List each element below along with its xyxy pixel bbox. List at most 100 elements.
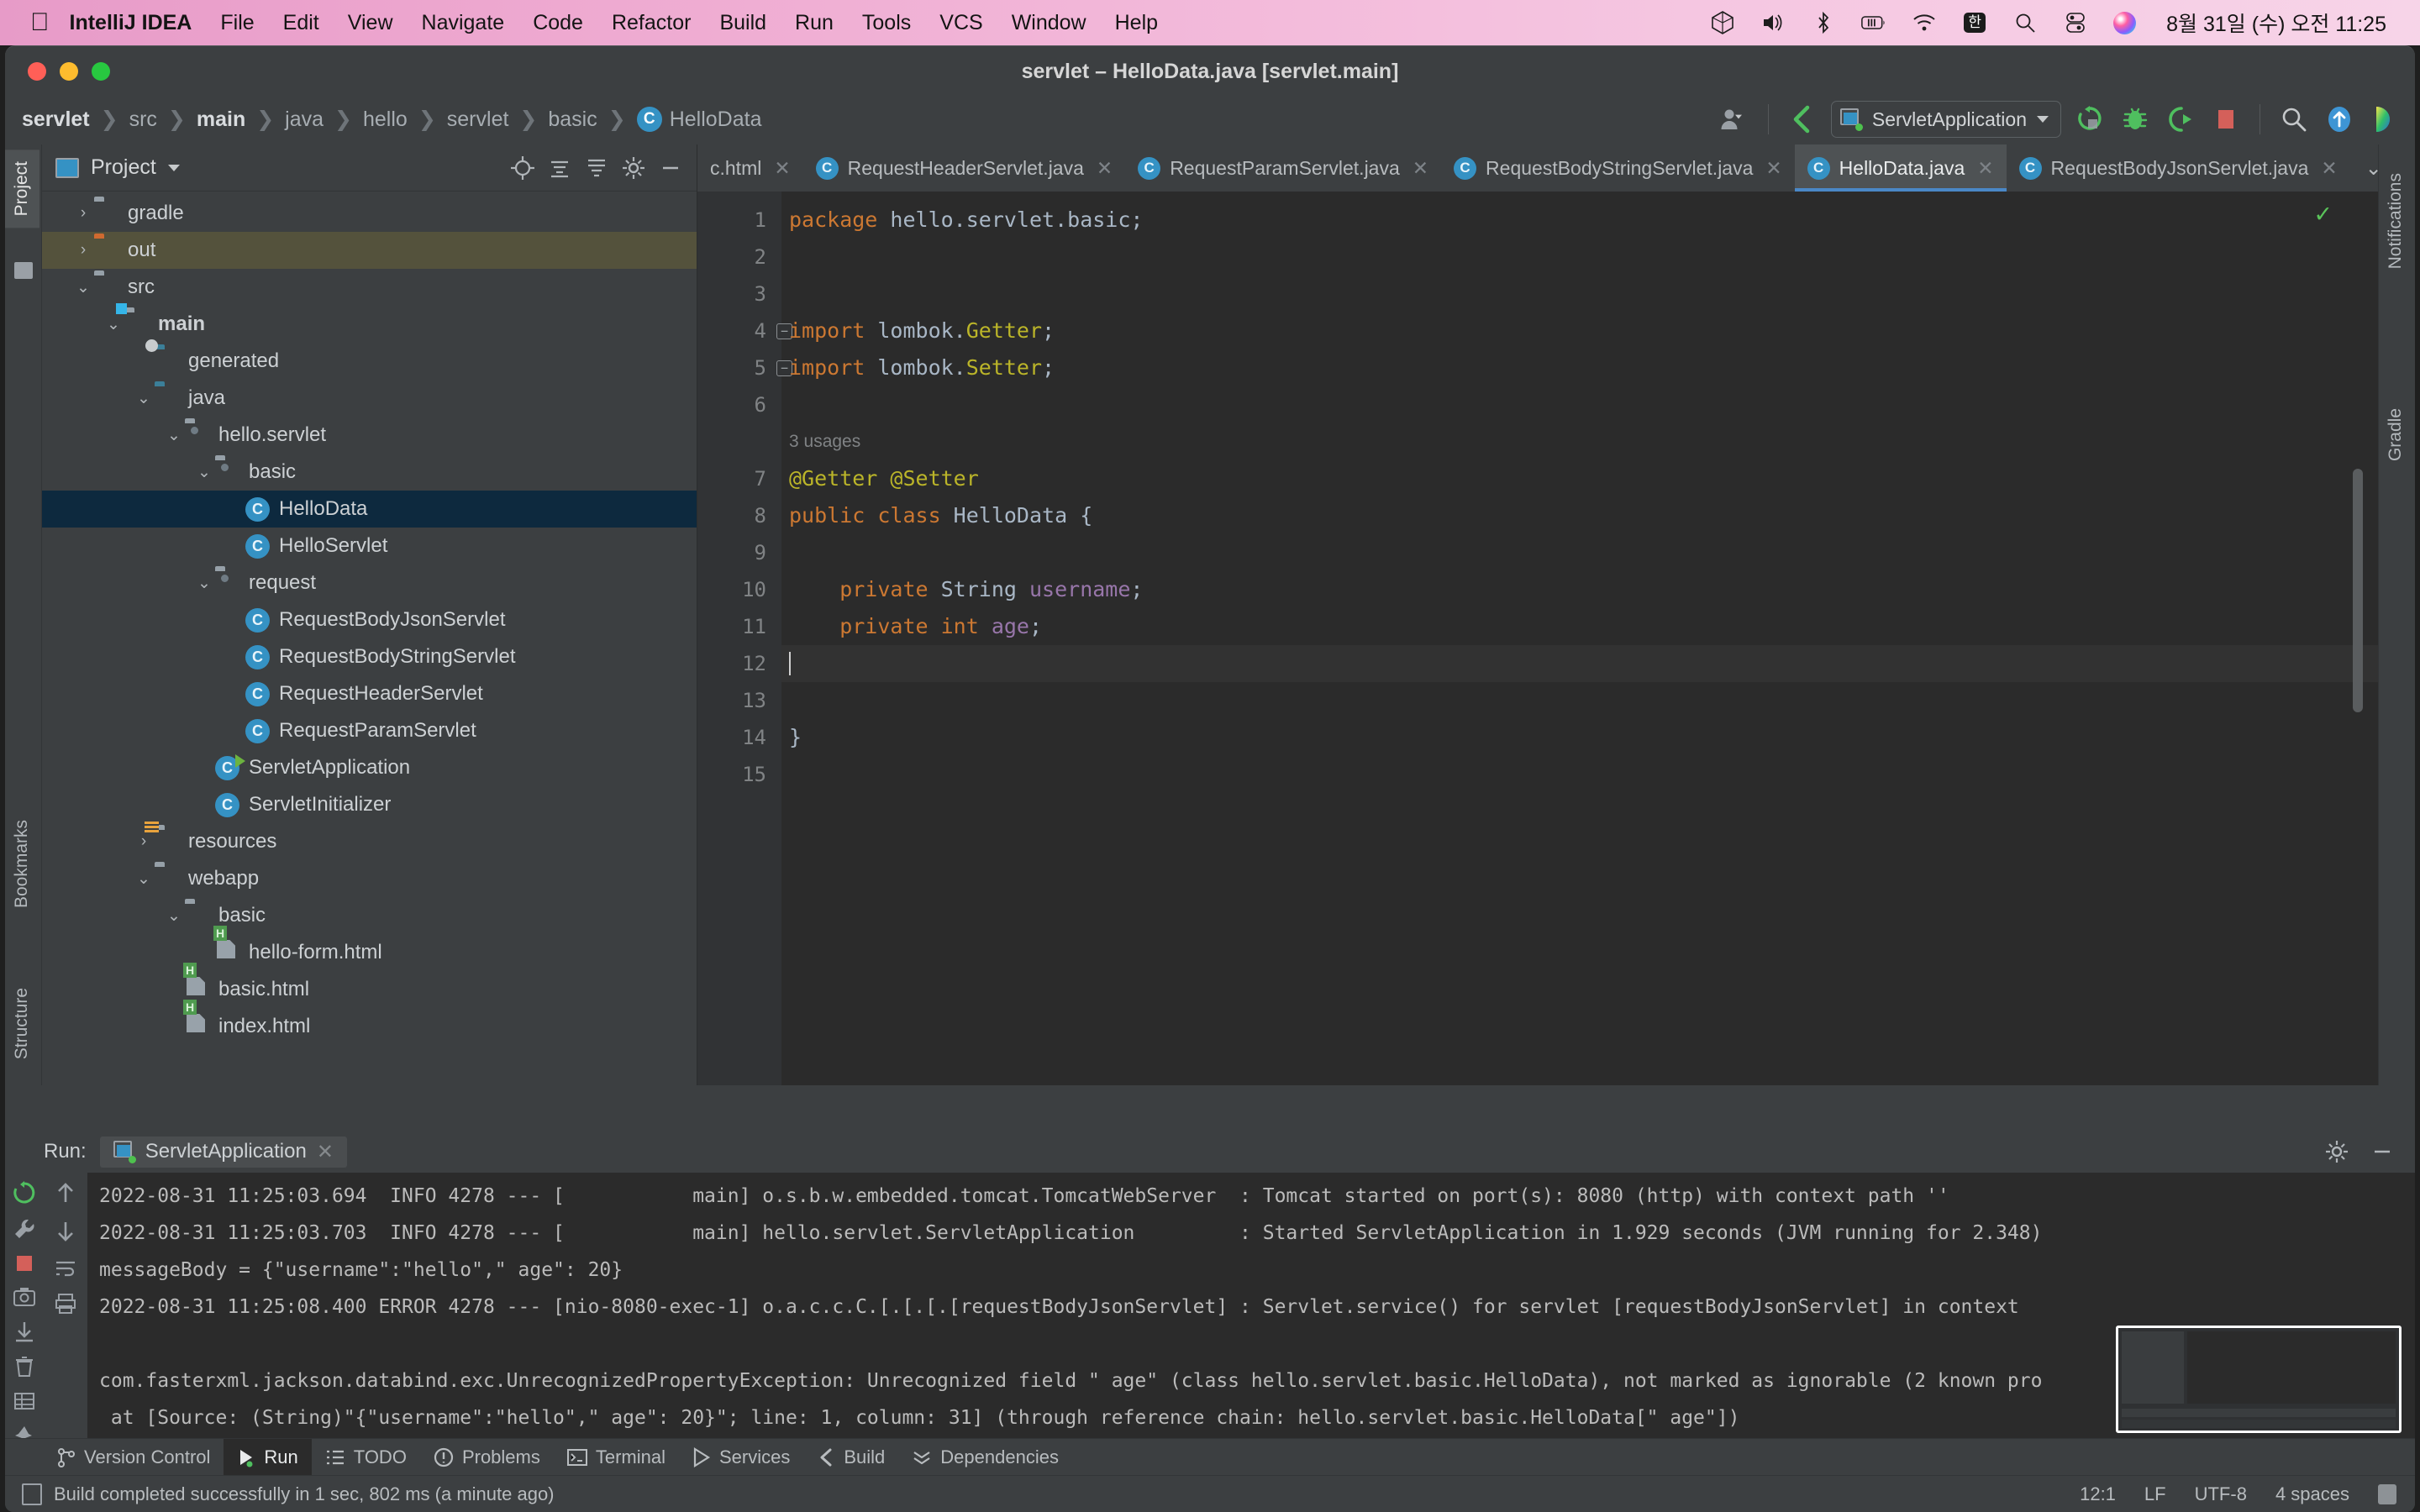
tree-item-requestbodystringservlet[interactable]: C RequestBodyStringServlet (42, 638, 697, 675)
tree-item-gradle[interactable]: › gradle (42, 195, 697, 232)
menu-navigate[interactable]: Navigate (422, 11, 505, 35)
breadcrumb-item-main[interactable]: main (197, 108, 245, 132)
project-tree[interactable]: › gradle › out ⌄ src ⌄ main generated ⌄ java ⌄ hello… (42, 192, 697, 1085)
tree-item-requestparamservlet[interactable]: C RequestParamServlet (42, 712, 697, 749)
rail-tab-structure[interactable]: Structure (5, 976, 39, 1071)
code-line[interactable] (781, 645, 2378, 682)
close-icon[interactable]: ✕ (1977, 157, 1993, 180)
console-line[interactable] (99, 1326, 2415, 1362)
code-line[interactable]: private int age; (781, 608, 2378, 645)
tree-item-basic[interactable]: ⌄ basic (42, 454, 697, 491)
stop-icon[interactable] (12, 1253, 37, 1273)
tree-item-requestbodyjsonservlet[interactable]: C RequestBodyJsonServlet (42, 601, 697, 638)
run-session-tab[interactable]: ServletApplication ✕ (99, 1136, 347, 1168)
tree-item-index-html[interactable]: Hindex.html (42, 1000, 697, 1045)
console-line[interactable]: messageBody = {"username":"hello"," age"… (99, 1252, 2415, 1289)
code-line[interactable] (781, 386, 2378, 423)
rerun-icon[interactable] (12, 1181, 37, 1205)
chevron-down-icon[interactable]: ⌄ (163, 424, 185, 446)
console-line[interactable]: at [Source: (String)"{"username":"hello"… (99, 1399, 2415, 1436)
chevron-down-icon[interactable]: ⌄ (72, 276, 94, 298)
input-source-icon[interactable]: 한 (1962, 10, 1987, 35)
breadcrumb-item-src[interactable]: src (129, 108, 157, 132)
tree-item-basic-html[interactable]: Hbasic.html (42, 963, 697, 1008)
tree-item-src[interactable]: ⌄ src (42, 269, 697, 306)
run-configuration-selector[interactable]: ServletApplication (1830, 101, 2061, 138)
print-screenshot-icon[interactable] (12, 1287, 37, 1307)
menu-view[interactable]: View (348, 11, 393, 35)
code-line[interactable] (781, 239, 2378, 276)
tree-item-basic[interactable]: ⌄ basic (42, 897, 697, 934)
close-icon[interactable]: ✕ (1765, 157, 1781, 180)
file-encoding[interactable]: UTF-8 (2195, 1483, 2247, 1505)
editor-tab-hellodata-java[interactable]: C HelloData.java ✕ (1794, 144, 2007, 192)
control-center-icon[interactable] (2063, 10, 2088, 35)
tree-item-helloservlet[interactable]: C HelloServlet (42, 528, 697, 564)
chevron-down-icon[interactable]: ⌄ (103, 313, 124, 335)
code-line[interactable]: @Getter @Setter (781, 460, 2378, 497)
tool-window-bar[interactable]: Version Control Run TODO Problems Terminal Se… (5, 1438, 2415, 1476)
tree-item-out[interactable]: › out (42, 232, 697, 269)
tool-window-tab-build[interactable]: Build (803, 1439, 898, 1476)
breadcrumb-item-servlet-pkg[interactable]: servlet (447, 108, 509, 132)
chevron-down-icon[interactable]: ⌄ (133, 387, 155, 409)
tool-window-tab-version-control[interactable]: Version Control (44, 1439, 224, 1476)
tree-item-main[interactable]: ⌄ main (42, 303, 697, 343)
menu-tools[interactable]: Tools (862, 11, 911, 35)
breadcrumb-item-java[interactable]: java (285, 108, 324, 132)
tree-item-hello-form-html[interactable]: Hhello-form.html (42, 926, 697, 971)
tool-window-tab-todo[interactable]: TODO (312, 1439, 420, 1476)
tree-item-hello-servlet[interactable]: ⌄ hello.servlet (42, 417, 697, 454)
hide-panel-icon[interactable] (658, 155, 683, 181)
tree-item-requestheaderservlet[interactable]: C RequestHeaderServlet (42, 675, 697, 712)
indent-setting[interactable]: 4 spaces (2275, 1483, 2349, 1505)
tool-window-tab-services[interactable]: Services (679, 1439, 803, 1476)
select-opened-file-icon[interactable] (510, 155, 535, 181)
volume-icon[interactable] (1760, 10, 1786, 35)
code-line[interactable] (781, 756, 2378, 793)
tree-item-request[interactable]: ⌄ request (42, 564, 697, 601)
scroll-up-icon[interactable] (55, 1181, 76, 1205)
editor-tab-bar[interactable]: c.html ✕ C RequestHeaderServlet.java ✕ C Reque… (697, 144, 2378, 192)
run-with-coverage-icon[interactable] (2164, 102, 2197, 136)
breadcrumb-item-hellodata[interactable]: HelloData (670, 108, 762, 132)
code-line[interactable]: import lombok.Getter; (781, 312, 2378, 349)
console-output[interactable]: 2022-08-31 11:25:03.694 INFO 4278 --- [ … (87, 1173, 2415, 1441)
chevron-down-icon[interactable]: ⌄ (2365, 156, 2378, 181)
code-line[interactable] (781, 276, 2378, 312)
build-status-icon[interactable] (22, 1483, 42, 1505)
rerun-icon[interactable] (2073, 102, 2107, 136)
code-line[interactable]: public class HelloData { (781, 497, 2378, 534)
chevron-down-icon[interactable]: ⌄ (193, 572, 215, 594)
spotlight-search-icon[interactable] (2012, 10, 2038, 35)
scroll-down-icon[interactable] (55, 1220, 76, 1243)
chevron-down-icon[interactable]: ⌄ (133, 868, 155, 890)
table-icon[interactable] (12, 1391, 37, 1411)
tool-window-tab-dependencies[interactable]: Dependencies (898, 1439, 1072, 1476)
gear-icon[interactable] (621, 155, 646, 181)
soft-wrap-icon[interactable] (55, 1258, 76, 1278)
chevron-down-icon[interactable]: ⌄ (163, 905, 185, 927)
print-icon[interactable] (55, 1294, 76, 1314)
bluetooth-icon[interactable] (1811, 10, 1836, 35)
menu-edit[interactable]: Edit (283, 11, 319, 35)
tool-window-tab-terminal[interactable]: Terminal (554, 1439, 679, 1476)
rail-tab-bookmarks[interactable]: Bookmarks (5, 808, 39, 920)
tree-item-java[interactable]: ⌄ java (42, 380, 697, 417)
line-separator[interactable]: LF (2144, 1483, 2166, 1505)
tree-item-generated[interactable]: generated (42, 339, 697, 380)
breadcrumb-item-hello[interactable]: hello (363, 108, 408, 132)
build-icon[interactable] (1786, 102, 1819, 136)
gear-icon[interactable] (2324, 1139, 2349, 1164)
debug-icon[interactable] (2118, 102, 2152, 136)
expand-all-icon[interactable] (584, 155, 609, 181)
editor-scrollbar[interactable] (2353, 469, 2363, 712)
menubar-app-name[interactable]: IntelliJ IDEA (70, 11, 192, 35)
chevron-down-icon[interactable]: ⌄ (193, 461, 215, 483)
search-everywhere-icon[interactable] (2277, 102, 2311, 136)
menu-code[interactable]: Code (533, 11, 583, 35)
siri-icon[interactable] (2113, 11, 2137, 34)
code-line[interactable]: } (781, 719, 2378, 756)
usages-inlay-hint[interactable]: 3 usages (781, 423, 2378, 460)
tool-window-tab-problems[interactable]: Problems (420, 1439, 554, 1476)
